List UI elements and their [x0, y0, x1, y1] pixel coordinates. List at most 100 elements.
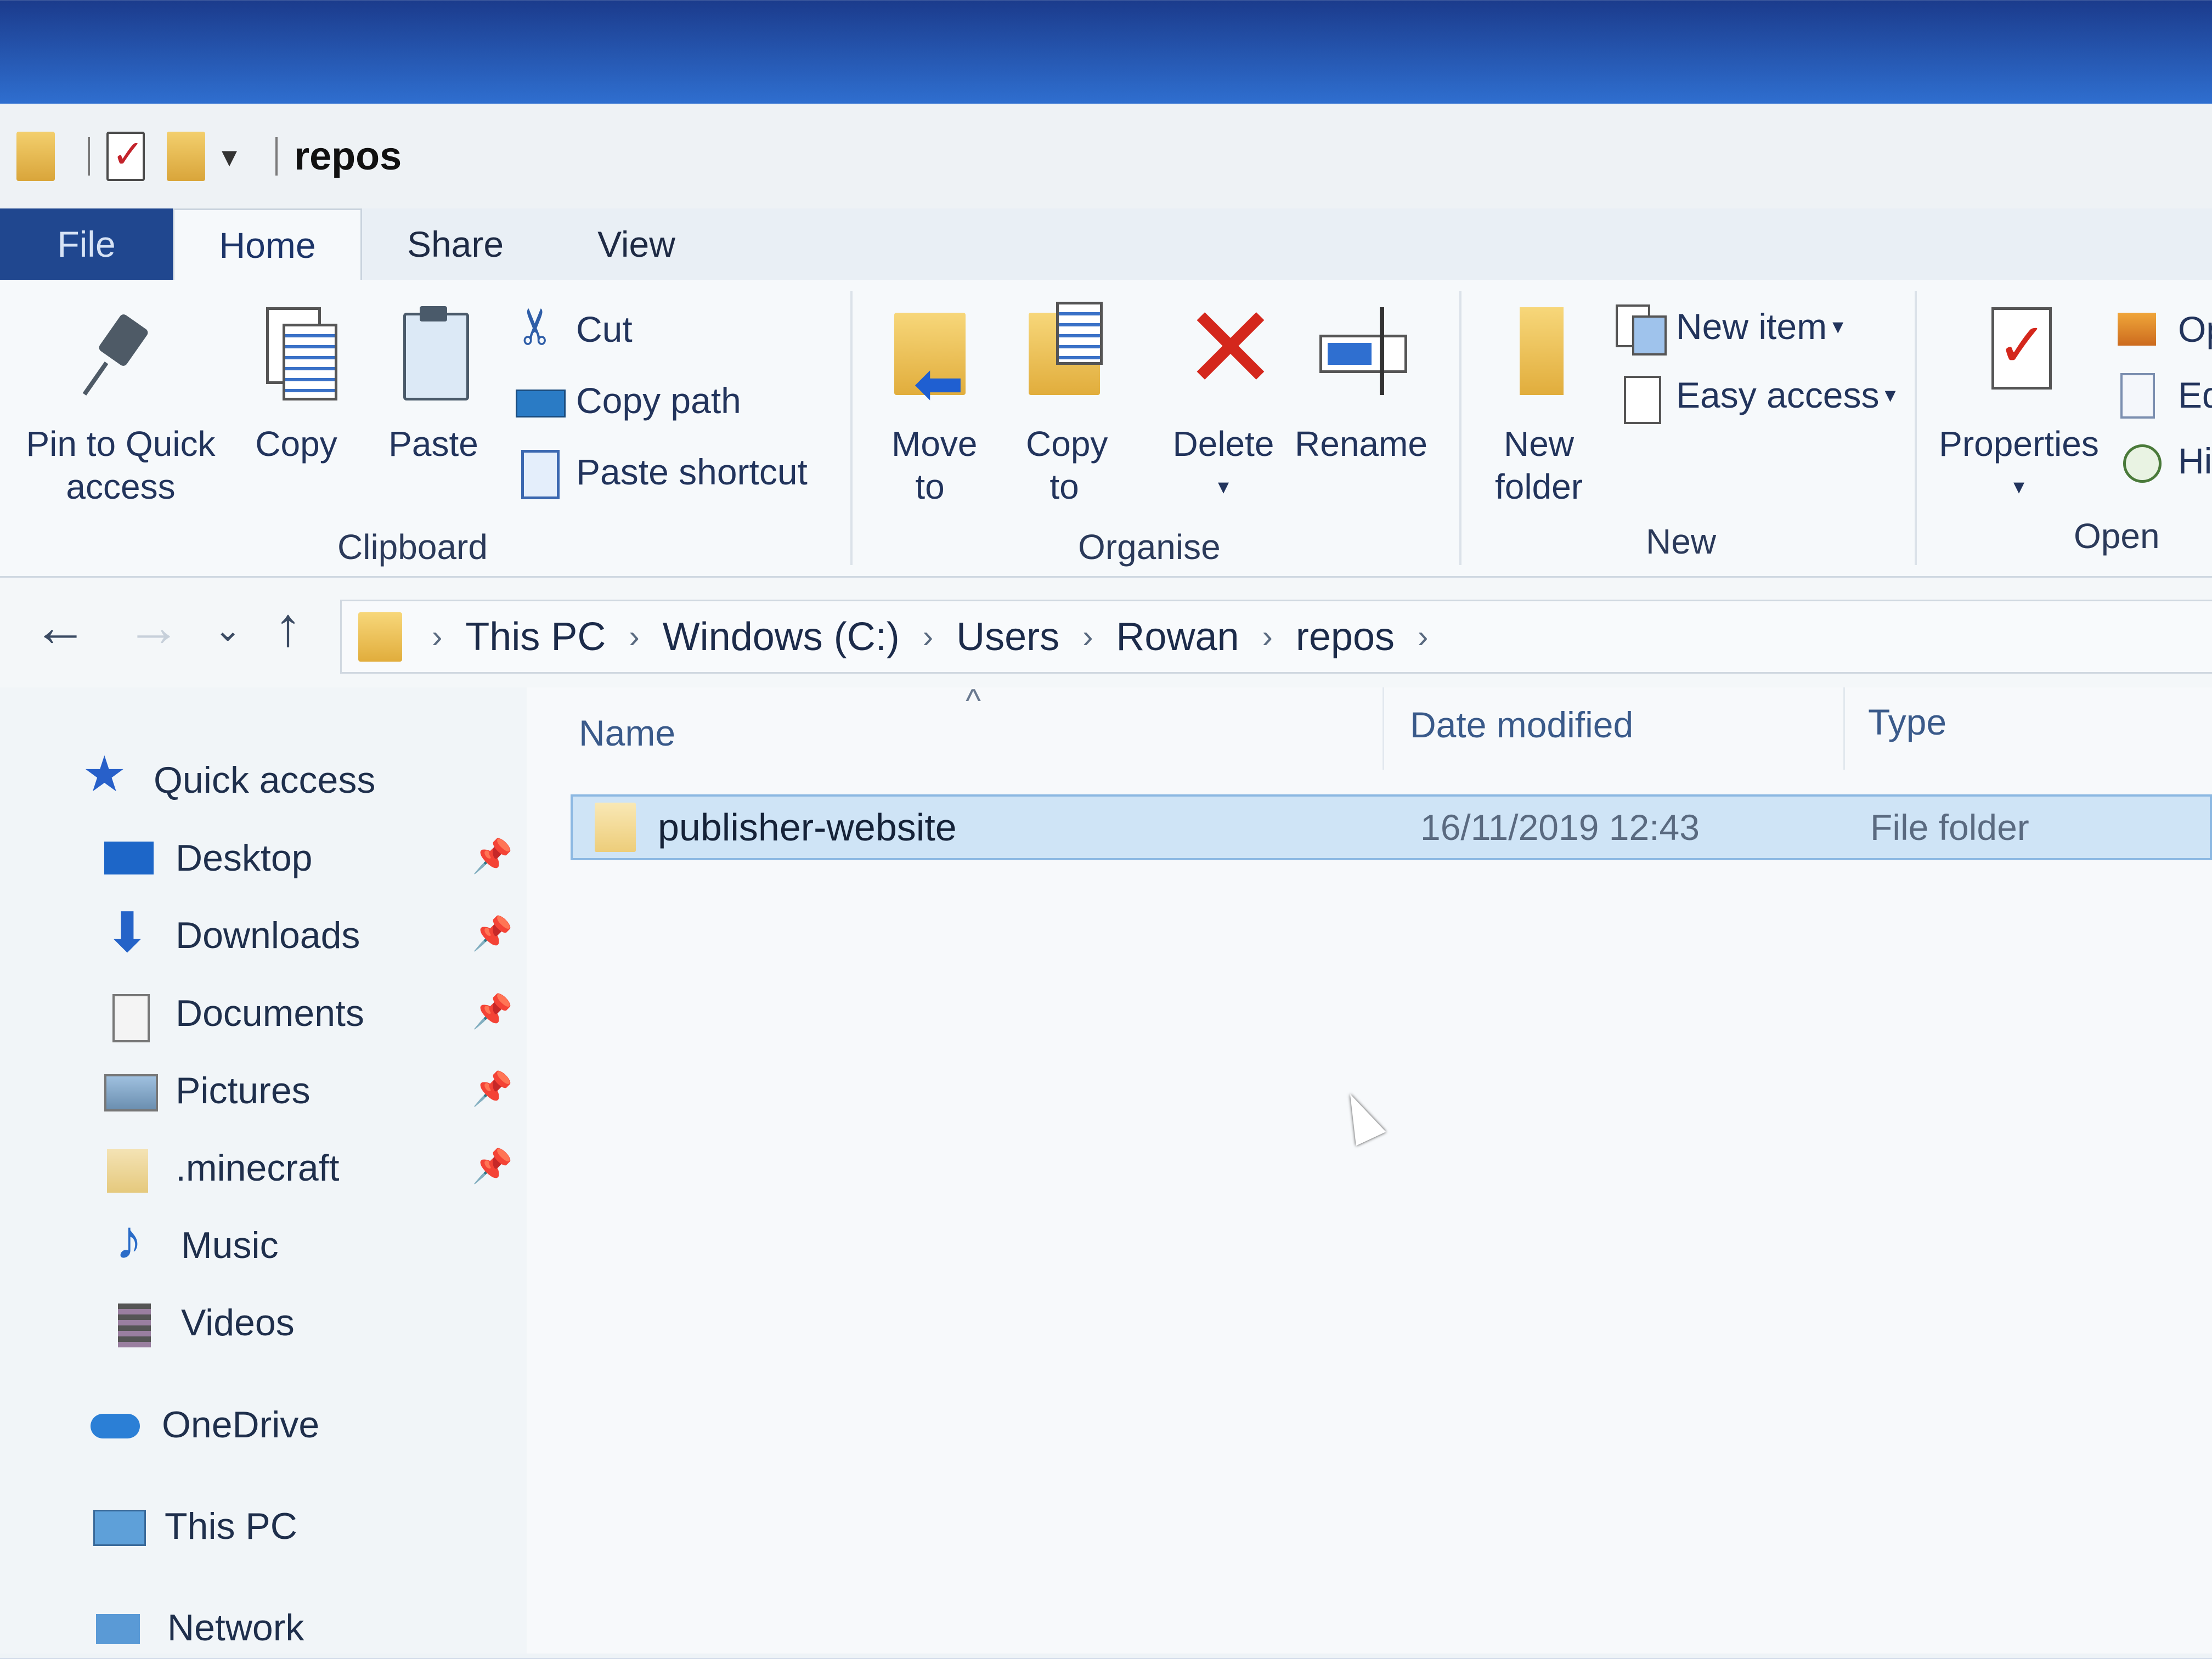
nav-label: .minecraft [176, 1147, 340, 1189]
chevron-right-icon[interactable]: › [1418, 618, 1428, 655]
rename-button[interactable]: Rename [1295, 302, 1427, 465]
move-to-label: Move to [891, 424, 978, 506]
tab-share[interactable]: Share [362, 208, 549, 280]
nav-onedrive[interactable]: OneDrive [91, 1403, 319, 1446]
forward-arrow-icon[interactable]: → [126, 600, 181, 654]
paste-shortcut-label: Paste shortcut [576, 452, 808, 492]
column-header-date-modified[interactable]: Date modified [1410, 704, 1633, 746]
breadcrumb-repos[interactable]: repos [1296, 614, 1395, 659]
customize-dropdown-icon[interactable]: ▾ [222, 138, 237, 174]
pin-icon[interactable]: 📌 [472, 837, 513, 876]
pin-icon[interactable]: 📌 [472, 1069, 513, 1108]
nav-network[interactable]: Network [96, 1606, 304, 1649]
nav-item-pictures[interactable]: Pictures [104, 1069, 311, 1112]
copy-path-button[interactable]: Copy path [516, 379, 741, 422]
edit-icon [2118, 373, 2162, 419]
move-to-icon: ⬅ [889, 302, 971, 414]
tab-view[interactable]: View [549, 208, 724, 280]
pin-to-quick-access-button[interactable]: Pin to Quick access [11, 302, 230, 508]
arrow-left-icon: ⬅ [913, 350, 964, 417]
up-arrow-icon[interactable]: ↑ [274, 600, 302, 654]
pin-icon[interactable]: 📌 [472, 992, 513, 1031]
nav-item-music[interactable]: Music [110, 1212, 279, 1267]
window-title: repos [294, 134, 402, 178]
copy-to-button[interactable]: Copy to [1009, 302, 1119, 508]
breadcrumb-windows-c[interactable]: Windows (C:) [663, 614, 900, 659]
column-separator[interactable] [1843, 687, 1845, 770]
table-row[interactable]: publisher-website 16/11/2019 12:43 File … [571, 794, 2212, 860]
delete-button[interactable]: ✕ Delete ▾ [1163, 291, 1284, 508]
tab-file[interactable]: File [0, 208, 173, 280]
nav-this-pc[interactable]: This PC [93, 1505, 297, 1548]
group-separator [1915, 291, 1917, 565]
new-item-button[interactable]: New item ▾ [1616, 304, 1844, 356]
nav-label: Desktop [176, 837, 313, 879]
nav-item-downloads[interactable]: Downloads [104, 905, 360, 960]
history-icon [2118, 439, 2162, 483]
chevron-down-icon: ▾ [1884, 383, 1896, 407]
chevron-right-icon[interactable]: › [1262, 618, 1273, 655]
nav-label: Music [181, 1224, 279, 1266]
copy-path-label: Copy path [576, 380, 741, 421]
column-separator[interactable] [1383, 687, 1384, 770]
chevron-down-icon: ▾ [1832, 314, 1844, 338]
breadcrumb-users[interactable]: Users [956, 614, 1059, 659]
address-bar[interactable]: › This PC › Windows (C:) › Users › Rowan… [340, 600, 2212, 674]
properties-icon[interactable] [106, 132, 145, 181]
column-header-name[interactable]: Name [579, 712, 675, 754]
chevron-right-icon[interactable]: › [432, 618, 442, 655]
easy-access-label: Easy access [1676, 375, 1880, 415]
music-note-icon [110, 1212, 159, 1267]
nav-item-minecraft[interactable]: .minecraft [104, 1147, 340, 1193]
pin-icon[interactable]: 📌 [472, 1147, 513, 1186]
new-folder-icon[interactable] [167, 132, 205, 181]
chevron-right-icon[interactable]: › [629, 618, 639, 655]
copy-button[interactable]: Copy [247, 302, 346, 465]
copy-label: Copy [255, 424, 337, 464]
toolbar-separator [275, 137, 278, 176]
nav-label: Documents [176, 992, 364, 1034]
recent-locations-chevron-icon[interactable]: ⌄ [214, 613, 241, 646]
nav-label: OneDrive [162, 1404, 320, 1446]
breadcrumb-this-pc[interactable]: This PC [465, 614, 606, 659]
history-button[interactable]: Hi [2118, 439, 2212, 483]
breadcrumb-rowan[interactable]: Rowan [1116, 614, 1239, 659]
chevron-right-icon[interactable]: › [923, 618, 933, 655]
pin-icon[interactable]: 📌 [472, 914, 513, 953]
nav-quick-access[interactable]: Quick access [82, 750, 375, 802]
edit-button[interactable]: Ed [2118, 373, 2212, 419]
back-arrow-icon[interactable]: ← [33, 600, 88, 654]
nav-item-desktop[interactable]: Desktop [104, 837, 312, 879]
nav-label: Downloads [176, 915, 360, 956]
nav-label: Videos [181, 1302, 295, 1344]
chevron-down-icon: ▾ [2013, 475, 2025, 499]
folder-icon [104, 1149, 154, 1193]
tab-home[interactable]: Home [173, 208, 362, 280]
file-type: File folder [1870, 807, 2029, 848]
paste-button[interactable]: Paste [384, 302, 483, 465]
new-folder-button[interactable]: New folder [1476, 302, 1602, 508]
group-label-organise: Organise [1078, 527, 1221, 567]
cut-button[interactable]: Cut [516, 307, 633, 351]
open-button[interactable]: Op [2118, 307, 2212, 351]
column-header-type[interactable]: Type [1868, 701, 1946, 743]
file-name: publisher-website [658, 806, 957, 849]
nav-label: Network [167, 1607, 304, 1649]
chevron-right-icon[interactable]: › [1082, 618, 1093, 655]
desktop-icon [104, 839, 154, 877]
new-folder-label: New folder [1494, 424, 1583, 506]
new-item-icon [1616, 304, 1667, 356]
pin-label: Pin to Quick access [26, 424, 216, 506]
nav-item-videos[interactable]: Videos [110, 1301, 295, 1347]
paste-shortcut-button[interactable]: Paste shortcut [516, 450, 808, 499]
nav-item-documents[interactable]: Documents [104, 992, 364, 1042]
move-to-button[interactable]: ⬅ Move to [872, 302, 988, 508]
easy-access-button[interactable]: Easy access ▾ [1616, 373, 1896, 424]
properties-button[interactable]: Properties ▾ [1931, 302, 2107, 508]
video-film-icon [110, 1304, 159, 1347]
copy-path-icon [516, 379, 566, 422]
sort-ascending-icon: ^ [966, 682, 981, 719]
edit-label: Ed [2178, 375, 2212, 415]
nav-label: Pictures [176, 1070, 311, 1111]
ribbon: Pin to Quick access Copy Paste Cut Copy … [0, 280, 2212, 578]
